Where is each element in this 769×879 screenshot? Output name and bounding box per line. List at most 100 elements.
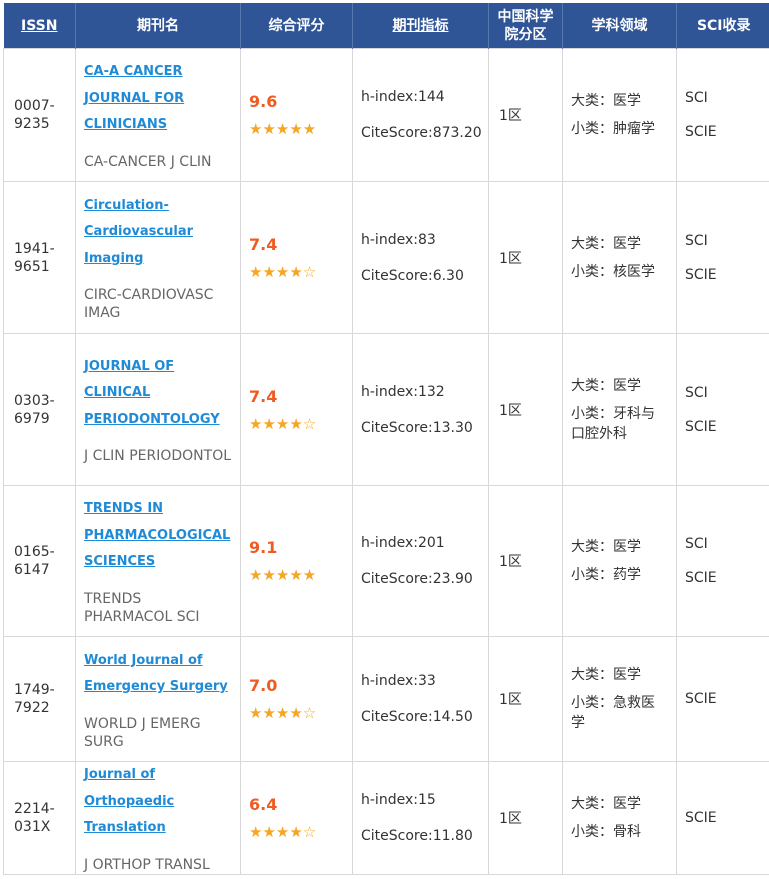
citescore: CiteScore:873.20 [361,115,480,151]
journal-name-link[interactable]: Journal of Orthopaedic [84,762,232,815]
score-cell: 7.0 ★★★★☆ [241,637,353,762]
issn-sort-link[interactable]: ISSN [21,18,57,34]
field-cell: 大类：医学小类：骨科 [563,762,677,875]
zone-cell: 1区 [489,637,563,762]
journal-name-cell: JOURNAL OFCLINICALPERIODONTOLOGY J CLIN P… [76,334,241,486]
sci-tag: SCI [685,233,762,249]
field-major: 大类：医学 [571,665,668,685]
journal-table: ISSN 期刊名 综合评分 期刊指标 中国科学院分区 学科领域 SCI收录 00… [3,3,769,875]
journal-name-link[interactable]: CLINICAL [84,380,232,407]
sci-cell: SCIE [677,762,769,875]
zone-cell: 1区 [489,182,563,334]
citescore: CiteScore:11.80 [361,818,480,854]
metrics-cell: h-index:33CiteScore:14.50 [353,637,489,762]
issn-cell: 0007-9235 [4,49,76,182]
citescore: CiteScore:6.30 [361,258,480,294]
table-row: 0165-6147 TRENDS INPHARMACOLOGICALSCIENC… [4,486,769,637]
sci-cell: SCI SCIE [677,49,769,182]
journal-name-link[interactable]: SCIENCES [84,549,232,576]
journal-abbr: WORLD J EMERG SURG [84,715,232,751]
header-field: 学科领域 [563,3,677,49]
score-value: 6.4 [249,795,344,814]
issn-cell: 0165-6147 [4,486,76,637]
issn-cell: 1749-7922 [4,637,76,762]
score-value: 7.4 [249,387,344,406]
journal-name-link[interactable]: Translation [84,815,232,842]
sci-tag: SCIE [685,419,762,435]
h-index: h-index:15 [361,782,480,818]
h-index: h-index:144 [361,79,480,115]
journal-name-link[interactable]: JOURNAL OF [84,354,232,381]
score-cell: 9.6★★★★★ [241,49,353,182]
field-minor: 小类：急救医学 [571,693,668,733]
journal-name-link[interactable]: Emergency Surgery [84,674,232,701]
header-score: 综合评分 [241,3,353,49]
field-major: 大类：医学 [571,537,668,557]
zone-cell: 1区 [489,49,563,182]
field-cell: 大类：医学小类：牙科与口腔外科 [563,334,677,486]
field-cell: 大类：医学小类：核医学 [563,182,677,334]
header-issn[interactable]: ISSN [4,3,76,49]
h-index: h-index:33 [361,663,480,699]
sci-tag: SCIE [685,810,762,826]
journal-name-link[interactable]: TRENDS IN [84,496,232,523]
header-metrics[interactable]: 期刊指标 [353,3,489,49]
journal-abbr: J CLIN PERIODONTOL [84,447,232,465]
zone-cell: 1区 [489,486,563,637]
rating-stars-icon: ★★★★☆ [249,415,344,433]
field-major: 大类：医学 [571,376,668,396]
score-cell: 6.4 ★★★★☆ [241,762,353,875]
journal-name-link[interactable]: CA-A CANCER [84,59,232,86]
issn-cell: 2214-031X [4,762,76,875]
rating-stars-icon: ★★★★☆ [249,704,344,722]
header-zone: 中国科学院分区 [489,3,563,49]
sci-tag: SCIE [685,124,762,140]
score-value: 7.0 [249,676,344,695]
sci-tag: SCI [685,385,762,401]
rating-stars-icon: ★★★★☆ [249,263,344,281]
h-index: h-index:83 [361,222,480,258]
metrics-cell: h-index:144CiteScore:873.20 [353,49,489,182]
journal-abbr: J ORTHOP TRANSL [84,856,232,874]
citescore: CiteScore:13.30 [361,410,480,446]
field-minor: 小类：药学 [571,565,668,585]
field-minor: 小类：牙科与口腔外科 [571,404,668,444]
table-row: 0007-9235 CA-A CANCERJOURNAL FORCLINICIA… [4,49,769,182]
journal-name-link[interactable]: World Journal of [84,648,232,675]
journal-abbr: CA-CANCER J CLIN [84,153,232,171]
header-sci: SCI收录 [677,3,769,49]
field-cell: 大类：医学小类：药学 [563,486,677,637]
score-value: 9.1 [249,538,344,557]
rating-stars-icon: ★★★★☆ [249,823,344,841]
journal-name-link[interactable]: CLINICIANS [84,112,232,139]
metrics-link[interactable]: 期刊指标 [393,18,449,34]
journal-name-link[interactable]: Imaging [84,246,232,273]
journal-name-link[interactable]: Cardiovascular [84,219,232,246]
table-row: 1941-9651 Circulation-CardiovascularImag… [4,182,769,334]
journal-name-link[interactable]: Circulation- [84,193,232,220]
zone-cell: 1区 [489,762,563,875]
metrics-cell: h-index:201CiteScore:23.90 [353,486,489,637]
journal-name-cell: Circulation-CardiovascularImagingCIRC-CA… [76,182,241,334]
issn-cell: 0303-6979 [4,334,76,486]
score-value: 7.4 [249,235,344,254]
zone-cell: 1区 [489,334,563,486]
journal-name-link[interactable]: PERIODONTOLOGY [84,407,232,434]
field-cell: 大类：医学小类：肿瘤学 [563,49,677,182]
journal-name-link[interactable]: PHARMACOLOGICAL [84,523,232,550]
h-index: h-index:132 [361,374,480,410]
sci-cell: SCISCIE [677,182,769,334]
field-major: 大类：医学 [571,234,668,254]
metrics-cell: h-index:132CiteScore:13.30 [353,334,489,486]
journal-abbr: TRENDS PHARMACOL SCI [84,590,232,626]
journal-name-link[interactable]: JOURNAL FOR [84,86,232,113]
score-value: 9.6 [249,92,344,111]
rating-stars-icon: ★★★★★ [249,566,344,584]
sci-tag: SCI [685,90,762,106]
score-cell: 9.1 ★★★★★ [241,486,353,637]
sci-cell: SCIE [677,637,769,762]
journal-name-cell: TRENDS INPHARMACOLOGICALSCIENCES TRENDS P… [76,486,241,637]
sci-tag: SCIE [685,691,762,707]
h-index: h-index:201 [361,525,480,561]
sci-tag: SCI [685,536,762,552]
